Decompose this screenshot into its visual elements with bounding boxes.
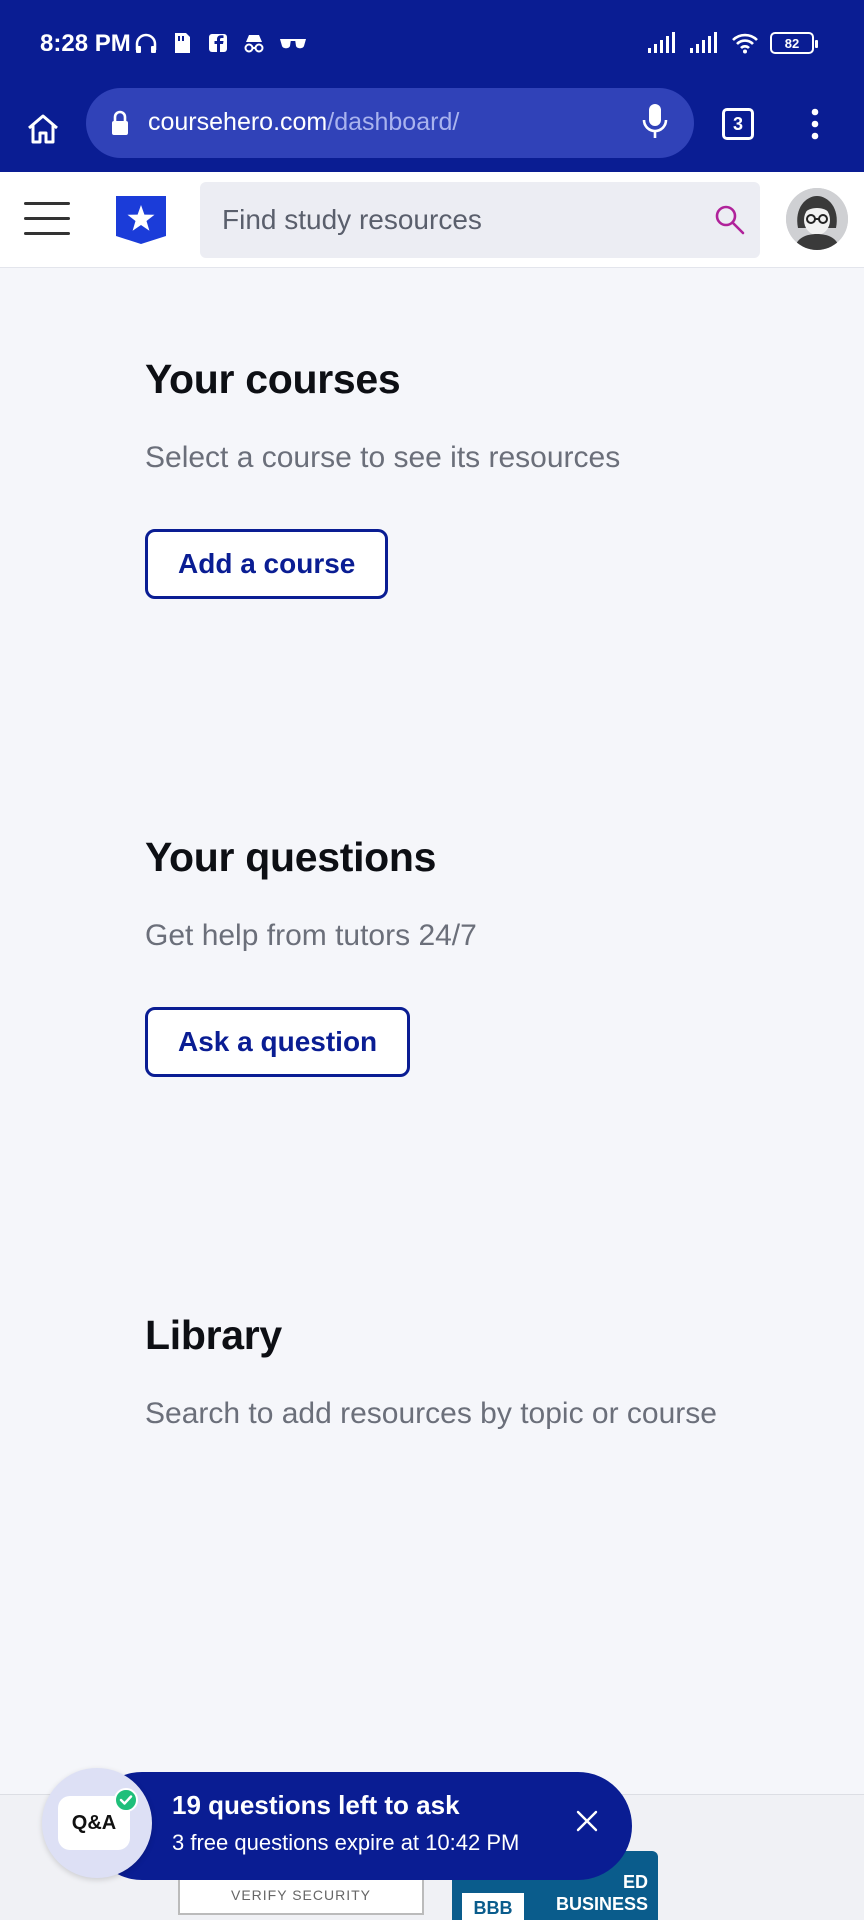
status-time: 8:28 PM [40,30,131,57]
browser-toolbar: coursehero.com/dashboard/ 3 [0,88,864,172]
signal-icon [690,32,717,53]
qa-banner-subtitle: 3 free questions expire at 10:42 PM [172,1830,520,1855]
library-title: Library [145,1312,282,1358]
wifi-icon [732,33,758,54]
avatar-image [786,188,848,250]
status-bar: 8:28 PM 82 [0,0,864,88]
mic-icon[interactable] [640,102,670,142]
url-domain: coursehero.com [148,108,328,136]
glasses-icon [280,39,306,49]
incognito-icon [244,35,264,53]
battery-icon: 82 [770,32,818,54]
close-icon[interactable] [572,1806,602,1836]
home-icon [28,114,58,144]
search-input[interactable] [222,202,682,238]
ask-question-button[interactable]: Ask a question [145,1007,411,1077]
avatar[interactable] [786,188,848,250]
more-menu-icon[interactable] [800,104,830,144]
questions-title: Your questions [145,834,437,880]
url-path: /dashboard/ [327,108,460,136]
courses-title: Your courses [145,356,401,402]
url-text: coursehero.com/dashboard/ [148,108,459,137]
system-icons: 82 [646,32,818,54]
courses-section: Your courses Select a course to see its … [145,356,745,599]
courses-subtitle: Select a course to see its resources [145,441,621,474]
headphones-icon [135,33,157,53]
facebook-icon [209,34,227,52]
library-subtitle: Search to add resources by topic or cour… [145,1397,717,1430]
questions-subtitle: Get help from tutors 24/7 [145,919,477,952]
hamburger-menu-icon[interactable] [24,202,70,238]
course-hero-logo[interactable] [114,192,168,246]
notification-icons [134,32,308,54]
qa-banner-title: 19 questions left to ask [172,1790,460,1820]
sd-card-icon [175,33,190,53]
qa-banner[interactable]: 19 questions left to ask 3 free question… [88,1772,632,1880]
check-badge-icon [114,1788,138,1812]
add-course-button[interactable]: Add a course [145,529,389,599]
verify-security-badge[interactable]: VERIFY SECURITY [178,1875,424,1915]
signal-icon [648,32,675,53]
search-icon[interactable] [712,202,748,238]
home-button[interactable] [20,106,66,152]
search-box [200,182,760,258]
bbb-logo: BBB [462,1893,524,1920]
lock-icon [112,110,128,135]
qa-bubble[interactable]: Q&A [42,1768,152,1878]
questions-section: Your questions Get help from tutors 24/7… [145,834,745,1077]
url-bar[interactable]: coursehero.com/dashboard/ [86,88,694,158]
site-header [0,172,864,268]
library-section: Library Search to add resources by topic… [145,1312,745,1435]
tabs-button[interactable]: 3 [722,108,754,140]
